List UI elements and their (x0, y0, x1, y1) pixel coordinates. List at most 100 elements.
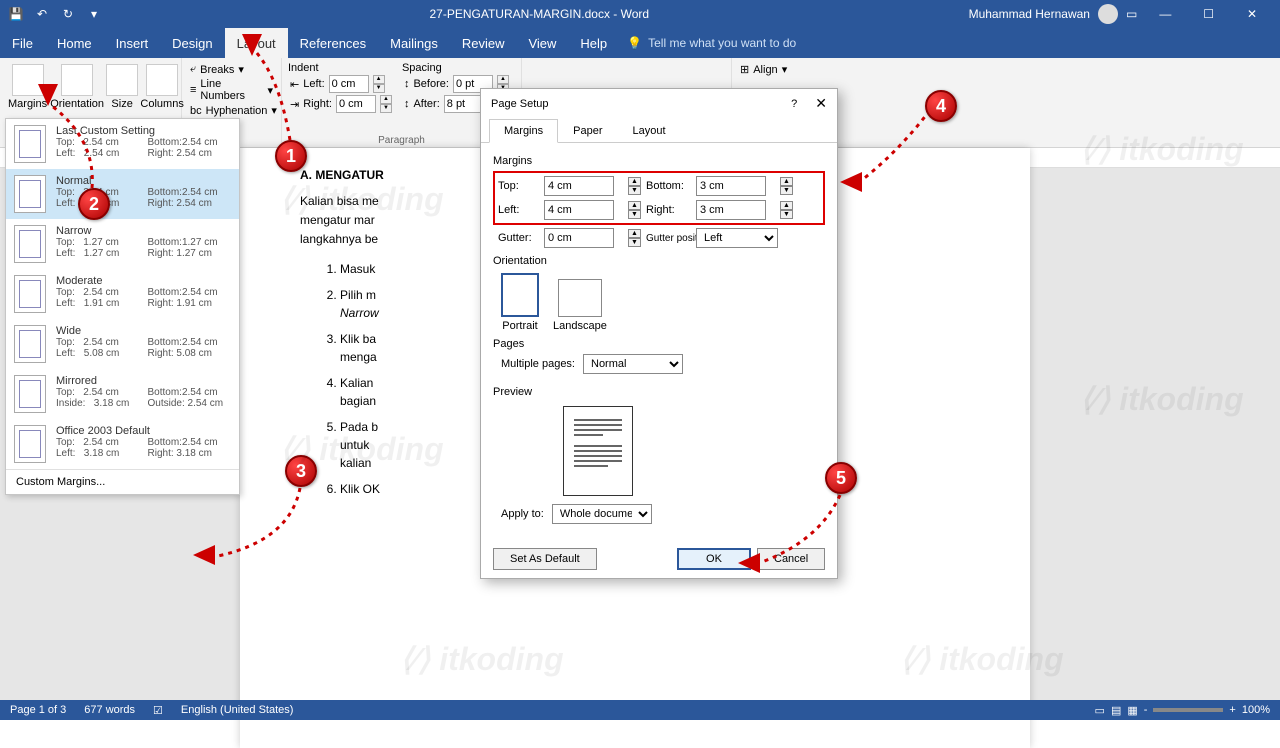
dialog-tab-paper[interactable]: Paper (558, 119, 617, 143)
left-input[interactable] (544, 200, 614, 220)
margin-preset-narrow[interactable]: Narrow Top: 1.27 cm Bottom:1.27 cm Left:… (6, 219, 239, 269)
gutter-input[interactable] (544, 228, 614, 248)
custom-margins-item[interactable]: Custom Margins... (6, 469, 239, 494)
arrow-pointer (840, 172, 862, 192)
tab-help[interactable]: Help (568, 28, 619, 58)
bottom-input[interactable] (696, 176, 766, 196)
breaks-button[interactable]: ⤶Breaks ▾ (188, 62, 275, 77)
hyphenation-button[interactable]: bcHyphenation ▾ (188, 103, 275, 118)
undo-icon[interactable]: ↶ (34, 7, 50, 21)
tab-references[interactable]: References (288, 28, 378, 58)
tell-me-placeholder: Tell me what you want to do (648, 36, 796, 50)
zoom-out[interactable]: - (1144, 704, 1148, 716)
apply-to-select[interactable]: Whole document (552, 504, 652, 524)
spin-up[interactable]: ▲ (373, 75, 385, 84)
qat-dropdown-icon[interactable]: ▾ (86, 7, 102, 21)
pages-section-label: Pages (493, 338, 825, 350)
preset-name: Narrow (56, 225, 231, 237)
redo-icon[interactable]: ↻ (60, 7, 76, 21)
arrow-pointer (738, 553, 760, 573)
tab-home[interactable]: Home (45, 28, 104, 58)
spin-down[interactable]: ▼ (628, 186, 641, 195)
dialog-tabs: Margins Paper Layout (481, 118, 837, 143)
margin-preset-office-2003-default[interactable]: Office 2003 Default Top: 2.54 cm Bottom:… (6, 419, 239, 469)
preview-section-label: Preview (493, 386, 825, 398)
preset-icon (14, 375, 46, 413)
word-count[interactable]: 677 words (84, 704, 135, 716)
multiple-pages-select[interactable]: Normal (583, 354, 683, 374)
tab-file[interactable]: File (0, 28, 45, 58)
apply-to-label: Apply to: (501, 508, 544, 520)
margin-preset-wide[interactable]: Wide Top: 2.54 cm Bottom:2.54 cm Left: 5… (6, 319, 239, 369)
language-indicator[interactable]: English (United States) (181, 704, 294, 716)
close-button[interactable]: ✕ (1232, 7, 1272, 21)
right-label: Right: (646, 204, 692, 216)
indent-left-icon: ⇤ (290, 78, 299, 91)
print-layout-icon[interactable]: ▤ (1111, 704, 1121, 717)
indent-right-input[interactable] (336, 95, 376, 113)
gutter-pos-label: Gutter position: (646, 233, 692, 244)
bottom-label: Bottom: (646, 180, 692, 192)
line-numbers-button[interactable]: ≡Line Numbers ▾ (188, 77, 275, 103)
dialog-help-button[interactable]: ? (791, 98, 797, 110)
zoom-level[interactable]: 100% (1242, 704, 1270, 716)
zoom-slider[interactable] (1153, 708, 1223, 712)
breaks-icon: ⤶ (190, 63, 196, 76)
minimize-button[interactable]: — (1145, 7, 1185, 21)
page-indicator[interactable]: Page 1 of 3 (10, 704, 66, 716)
tab-mailings[interactable]: Mailings (378, 28, 450, 58)
spacing-after-input[interactable] (444, 95, 484, 113)
tab-review[interactable]: Review (450, 28, 517, 58)
preset-name: Moderate (56, 275, 231, 287)
gutter-position-select[interactable]: Left (696, 228, 778, 248)
align-button[interactable]: ⊞Align ▾ (738, 62, 806, 77)
dialog-tab-margins[interactable]: Margins (489, 119, 558, 143)
hyphenation-icon: bc (190, 105, 202, 117)
tab-insert[interactable]: Insert (104, 28, 161, 58)
indent-left-input[interactable] (329, 75, 369, 93)
user-name: Muhammad Hernawan (969, 7, 1090, 21)
preset-name: Mirrored (56, 375, 231, 387)
avatar[interactable] (1098, 4, 1118, 24)
top-input[interactable] (544, 176, 614, 196)
maximize-button[interactable]: ☐ (1189, 7, 1229, 21)
margin-preset-last-custom-setting[interactable]: Last Custom Setting Top: 2.54 cm Bottom:… (6, 119, 239, 169)
spell-check-icon[interactable]: ☑ (153, 704, 163, 717)
web-layout-icon[interactable]: ▦ (1127, 704, 1137, 717)
zoom-in[interactable]: + (1229, 704, 1235, 716)
annotation-5: 5 (825, 462, 857, 494)
read-mode-icon[interactable]: ▭ (1095, 704, 1105, 717)
dialog-tab-layout[interactable]: Layout (617, 119, 680, 143)
margin-preset-normal[interactable]: Normal Top: 2.54 cm Bottom:2.54 cm Left:… (6, 169, 239, 219)
landscape-icon (558, 279, 602, 317)
arrow-pointer (193, 545, 215, 565)
margin-preset-moderate[interactable]: Moderate Top: 2.54 cm Bottom:2.54 cm Lef… (6, 269, 239, 319)
right-input[interactable] (696, 200, 766, 220)
dialog-close-button[interactable]: ✕ (815, 95, 827, 112)
save-icon[interactable]: 💾 (8, 7, 24, 21)
preset-icon (14, 225, 46, 263)
tab-design[interactable]: Design (160, 28, 224, 58)
size-icon (106, 64, 138, 96)
ribbon-display-icon[interactable]: ▭ (1126, 7, 1137, 21)
title-bar: 💾 ↶ ↻ ▾ 27-PENGATURAN-MARGIN.docx - Word… (0, 0, 1280, 28)
set-default-button[interactable]: Set As Default (493, 548, 597, 570)
orientation-row: Portrait Landscape (501, 273, 825, 332)
columns-button[interactable]: Columns (139, 62, 185, 112)
cancel-button[interactable]: Cancel (757, 548, 825, 570)
margin-preset-mirrored[interactable]: Mirrored Top: 2.54 cm Bottom:2.54 cm Ins… (6, 369, 239, 419)
columns-icon (146, 64, 178, 96)
status-bar: Page 1 of 3 677 words ☑ English (United … (0, 700, 1280, 720)
tab-view[interactable]: View (516, 28, 568, 58)
tell-me-search[interactable]: 💡 Tell me what you want to do (627, 36, 796, 50)
landscape-option[interactable]: Landscape (553, 273, 607, 332)
spin-up[interactable]: ▲ (628, 177, 641, 186)
gutter-label: Gutter: (498, 232, 540, 244)
spacing-before-icon: ↕ (404, 78, 410, 90)
page-setup-dialog: Page Setup ? ✕ Margins Paper Layout Marg… (480, 88, 838, 579)
lightbulb-icon: 💡 (627, 36, 642, 50)
spin-down[interactable]: ▼ (373, 84, 385, 93)
margins-dropdown: Last Custom Setting Top: 2.54 cm Bottom:… (5, 118, 240, 495)
size-button[interactable]: Size (105, 62, 139, 112)
portrait-option[interactable]: Portrait (501, 273, 539, 332)
